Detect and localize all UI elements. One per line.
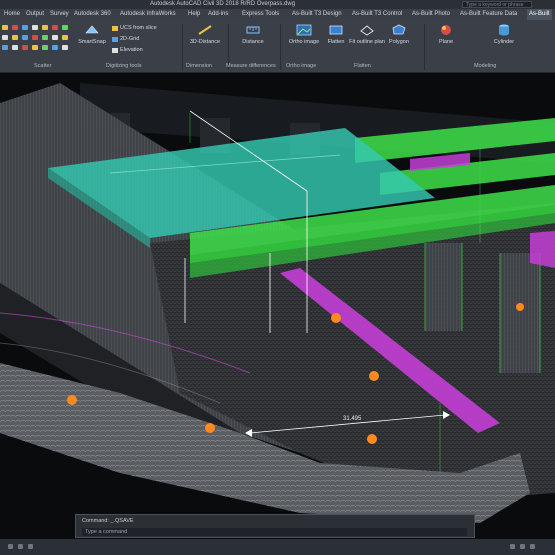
panel-label-flatten: Flatten xyxy=(354,63,371,69)
panel-label-digitizing-tools: Digitizing tools xyxy=(106,63,142,69)
ortho-image-label: Ortho image xyxy=(288,39,320,45)
tab-as-built-feature-data[interactable]: As-Built Feature Data xyxy=(458,9,519,20)
tool-icon[interactable] xyxy=(52,45,58,50)
tool-icon[interactable] xyxy=(52,25,58,30)
plane-icon xyxy=(441,25,451,35)
ucs-from-slice-button[interactable]: UCS from slice xyxy=(112,25,157,31)
distance-button[interactable]: Distance xyxy=(232,23,274,45)
polygon-icon xyxy=(392,24,406,35)
ucs-from-slice-label: UCS from slice xyxy=(120,25,157,31)
panel-label-scatter: Scatter xyxy=(34,63,52,69)
plane-button[interactable]: Plane xyxy=(428,23,464,45)
elevation-label: Elevation xyxy=(120,47,143,53)
tool-icon[interactable] xyxy=(32,35,38,40)
status-toggle-icon[interactable] xyxy=(28,544,33,549)
point-cloud-scene: 31.495 xyxy=(0,73,555,539)
tab-add-ins[interactable]: Add-ins xyxy=(206,9,230,20)
panel-label-ortho-image: Ortho image xyxy=(286,63,317,69)
outline-icon xyxy=(360,25,374,36)
panel-divider xyxy=(424,24,425,70)
tool-icon[interactable] xyxy=(52,35,58,40)
tab-as-built-t3-design[interactable]: As-Built T3 Design xyxy=(290,9,344,20)
tool-icon[interactable] xyxy=(22,45,28,50)
tab-survey[interactable]: Survey xyxy=(48,9,71,20)
window-title: Autodesk AutoCAD Civil 3D 2018 R/RD Over… xyxy=(150,1,296,7)
pier-column xyxy=(425,243,462,331)
image-icon xyxy=(296,24,312,36)
tool-icon[interactable] xyxy=(2,25,8,30)
ucs-icon xyxy=(112,25,118,31)
tab-as-built-t3-control[interactable]: As-Built T3 Control xyxy=(350,9,404,20)
smartsnap-button[interactable]: SmartSnap xyxy=(72,23,112,45)
tab-as-built-photo[interactable]: As-Built Photo xyxy=(410,9,452,20)
polygon-label: Polygon xyxy=(389,39,409,45)
panel-label-dimension: Dimension xyxy=(186,63,212,69)
tab-home[interactable]: Home xyxy=(2,9,22,20)
cylinder-label: Cylinder xyxy=(493,39,515,45)
command-line-window: Command: _.QSAVE Type a command xyxy=(75,514,475,538)
tool-icon[interactable] xyxy=(62,45,68,50)
status-toggle-icon[interactable] xyxy=(510,544,515,549)
tool-icon[interactable] xyxy=(22,25,28,30)
quick-tools-grid xyxy=(2,23,72,59)
cylinder-icon xyxy=(499,24,509,36)
panel-label-measure-differences: Measure differences xyxy=(226,63,276,69)
tab-autodesk-360[interactable]: Autodesk 360 xyxy=(72,9,113,20)
tool-icon[interactable] xyxy=(12,25,18,30)
panel-label-modeling: Modeling xyxy=(474,63,497,69)
tool-icon[interactable] xyxy=(32,25,38,30)
tab-autodesk-infraworks[interactable]: Autodesk InfraWorks xyxy=(118,9,178,20)
status-toggle-icon[interactable] xyxy=(18,544,23,549)
panel-divider xyxy=(182,24,183,70)
flatten-label: Flatten xyxy=(327,39,345,45)
search-input[interactable]: Type a keyword or phrase xyxy=(462,1,532,8)
smartsnap-icon xyxy=(85,25,99,34)
tool-icon[interactable] xyxy=(2,45,8,50)
2d-grid-label: 2D-Grid xyxy=(120,36,140,42)
status-toggle-icon[interactable] xyxy=(8,544,13,549)
drawing-viewport[interactable]: 31.495 xyxy=(0,73,555,539)
ribbon-tab-bar: Home Output Survey Autodesk 360 Autodesk… xyxy=(0,9,555,20)
tab-express-tools[interactable]: Express Tools xyxy=(240,9,281,20)
tab-output[interactable]: Output xyxy=(24,9,46,20)
tool-icon[interactable] xyxy=(12,45,18,50)
2d-grid-button[interactable]: 2D-Grid xyxy=(112,36,139,42)
plane-label: Plane xyxy=(438,39,454,45)
elevation-icon xyxy=(112,47,118,53)
command-history: Command: _.QSAVE xyxy=(82,518,134,524)
panel-divider xyxy=(280,24,281,70)
tool-icon[interactable] xyxy=(42,35,48,40)
polygon-button[interactable]: Polygon xyxy=(380,23,418,45)
flatten-icon xyxy=(329,25,343,35)
distance-label: Distance xyxy=(242,39,264,45)
magenta-beam[interactable] xyxy=(530,231,555,268)
command-input[interactable]: Type a command xyxy=(82,528,467,536)
cylinder-button[interactable]: Cylinder xyxy=(484,23,524,45)
pier-column xyxy=(500,253,540,373)
tool-icon[interactable] xyxy=(12,35,18,40)
tool-icon[interactable] xyxy=(42,25,48,30)
status-toggle-icon[interactable] xyxy=(530,544,535,549)
grid-icon xyxy=(112,36,118,42)
tool-icon[interactable] xyxy=(62,35,68,40)
measure-icon xyxy=(246,26,260,34)
elevation-button[interactable]: Elevation xyxy=(112,47,143,53)
tab-as-built[interactable]: As-Built xyxy=(527,9,552,20)
3d-distance-button[interactable]: 3D-Distance xyxy=(184,23,226,45)
dimension-label: 31.495 xyxy=(343,416,362,422)
ruler-icon xyxy=(198,25,212,35)
tab-help[interactable]: Help xyxy=(186,9,202,20)
smartsnap-label: SmartSnap xyxy=(78,39,106,45)
tool-icon[interactable] xyxy=(22,35,28,40)
3d-distance-label: 3D-Distance xyxy=(189,39,221,45)
tool-icon[interactable] xyxy=(62,25,68,30)
tool-icon[interactable] xyxy=(32,45,38,50)
tool-icon[interactable] xyxy=(42,45,48,50)
tool-icon[interactable] xyxy=(2,35,8,40)
status-toggle-icon[interactable] xyxy=(520,544,525,549)
title-bar: Autodesk AutoCAD Civil 3D 2018 R/RD Over… xyxy=(0,0,555,9)
ribbon-panel: SmartSnap UCS from slice 2D-Grid Elevati… xyxy=(0,20,555,73)
status-bar xyxy=(0,539,555,555)
